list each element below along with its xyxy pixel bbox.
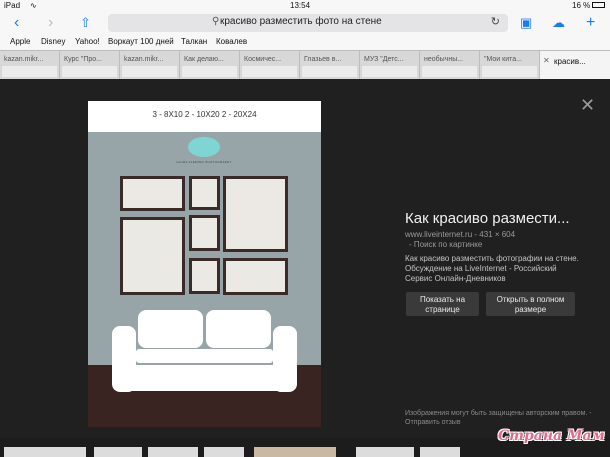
wifi-icon: ∿ (30, 1, 37, 10)
tab-label: Глазьев в... (304, 56, 342, 63)
show-on-page-button[interactable]: Показать на странице (406, 292, 479, 316)
watermark-logo: Страна Мам (498, 428, 605, 444)
tab-label: Курс "Про... (64, 56, 102, 63)
bookmark-item[interactable]: Талкан (181, 37, 207, 46)
search-by-image-link[interactable]: - Поиск по картинке (409, 240, 482, 249)
tab-thumbnail (362, 66, 417, 77)
bookmark-item[interactable]: Yahoo! (75, 37, 100, 46)
tab-thumbnail (242, 66, 297, 77)
tab[interactable]: Как делаю... (180, 51, 240, 79)
tab[interactable]: Космичес... (240, 51, 300, 79)
search-query[interactable]: красиво разместить фото на стене (220, 16, 382, 27)
preview-image[interactable]: 3 - 8X10 2 - 10X20 2 - 20X24 LAURA FLEMI… (88, 101, 321, 427)
picture-frame (189, 258, 220, 294)
chevron-left-icon[interactable]: ‹ (14, 14, 19, 32)
image-description: Как красиво разместить фотографии на сте… (405, 254, 579, 283)
tab[interactable]: kazan.mikr... (120, 51, 180, 79)
clock: 13:54 (290, 1, 311, 10)
search-icon: ⚲ (212, 16, 220, 27)
bookmark-item[interactable]: Воркаут 100 дней (108, 37, 174, 46)
tab-label: Космичес... (244, 56, 282, 63)
battery-icon (592, 2, 605, 8)
tab-thumbnail (122, 66, 177, 77)
close-icon[interactable]: ✕ (580, 96, 595, 114)
tab-thumbnail (302, 66, 357, 77)
photo-caption: 3 - 8X10 2 - 10X20 2 - 20X24 (152, 110, 257, 119)
result-thumbnail[interactable] (94, 447, 142, 457)
feedback-link[interactable]: Отправить отзыв (405, 419, 461, 426)
tab-active[interactable]: ✕ красив... (540, 51, 610, 79)
image-title[interactable]: Как красиво размести... (405, 210, 570, 227)
bookmark-item[interactable]: Apple (10, 37, 30, 46)
tab[interactable]: необычны... (420, 51, 480, 79)
search-by-image-label: Поиск по картинке (413, 240, 483, 249)
tab-bar: kazan.mikr... Курс "Про... kazan.mikr...… (0, 50, 610, 79)
tab[interactable]: Курс "Про... (60, 51, 120, 79)
close-tab-icon[interactable]: ✕ (543, 56, 550, 65)
status-bar: iPad ∿ 13:54 16 % (0, 0, 610, 12)
tab[interactable]: МУЗ "Детс... (360, 51, 420, 79)
picture-frame (223, 176, 288, 252)
tab-thumbnail (422, 66, 477, 77)
picture-frame (120, 217, 185, 295)
tab-thumbnail (62, 66, 117, 77)
button-label: Показать на (419, 295, 466, 304)
tab-thumbnail (482, 66, 537, 77)
tab-label: "Мои кита... (484, 56, 522, 63)
battery-percent: 16 % (572, 1, 591, 10)
image-size: 431 × 604 (479, 230, 516, 239)
book-icon[interactable]: ▣ (520, 14, 532, 32)
result-thumbnail[interactable] (204, 447, 244, 457)
chevron-right-icon[interactable]: › (48, 14, 53, 32)
tab[interactable]: "Мои кита... (480, 51, 540, 79)
reload-icon[interactable]: ↻ (491, 15, 500, 28)
tab[interactable]: kazan.mikr... (0, 51, 60, 79)
device-label: iPad (4, 1, 21, 10)
result-thumbnail[interactable] (4, 447, 86, 457)
logo-text: LAURA FLEMING PHOTOGRAPHY (176, 160, 232, 164)
button-label: странице (425, 304, 460, 314)
sofa-base (126, 365, 283, 391)
result-thumbnail[interactable] (148, 447, 198, 457)
button-label: размере (514, 304, 547, 314)
image-source: www.liveinternet.ru - 431 × 604 (405, 230, 515, 239)
copyright-notice: Изображения могут быть защищены авторски… (405, 409, 595, 427)
tab-label: kazan.mikr... (4, 56, 44, 63)
cloud-icon[interactable]: ☁ (552, 14, 565, 32)
tab-label: kazan.mikr... (124, 56, 164, 63)
tab[interactable]: Глазьев в... (300, 51, 360, 79)
sofa-cushion (138, 310, 203, 348)
open-full-size-button[interactable]: Открыть в полном размере (486, 292, 575, 316)
tab-thumbnail (182, 66, 237, 77)
sofa-back (138, 310, 271, 350)
result-thumbnail[interactable] (356, 447, 414, 457)
result-thumbnail[interactable] (420, 447, 460, 457)
address-bar[interactable]: ⚲ красиво разместить фото на стене ↻ (108, 14, 508, 32)
sofa-cushion (206, 310, 271, 348)
tab-thumbnail (2, 66, 57, 77)
bookmark-item[interactable]: Ковалев (216, 37, 247, 46)
picture-frame (120, 176, 185, 211)
tab-label: необычны... (424, 56, 464, 63)
image-domain[interactable]: www.liveinternet.ru (405, 230, 472, 239)
photo-header: 3 - 8X10 2 - 10X20 2 - 20X24 (88, 101, 321, 132)
sofa-seat (136, 349, 273, 363)
picture-frame (189, 215, 220, 251)
tab-label: МУЗ "Детс... (364, 56, 404, 63)
browser-toolbar: ‹ › ⇧ ⚲ красиво разместить фото на стене… (0, 12, 610, 34)
tab-label: красив... (554, 57, 586, 66)
bookmark-item[interactable]: Disney (41, 37, 65, 46)
plus-icon[interactable]: + (586, 14, 595, 32)
notice-text: Изображения могут быть защищены авторски… (405, 410, 588, 417)
picture-frame (223, 258, 288, 295)
button-label: Открыть в полном (496, 295, 565, 304)
share-icon[interactable]: ⇧ (80, 14, 91, 32)
tab-label: Как делаю... (184, 56, 224, 63)
result-thumbnail[interactable] (254, 447, 336, 457)
separator: - (589, 410, 592, 417)
logo (188, 137, 220, 157)
bookmarks-bar: Apple Disney Yahoo! Воркаут 100 дней Тал… (0, 34, 610, 50)
picture-frame (189, 176, 220, 210)
